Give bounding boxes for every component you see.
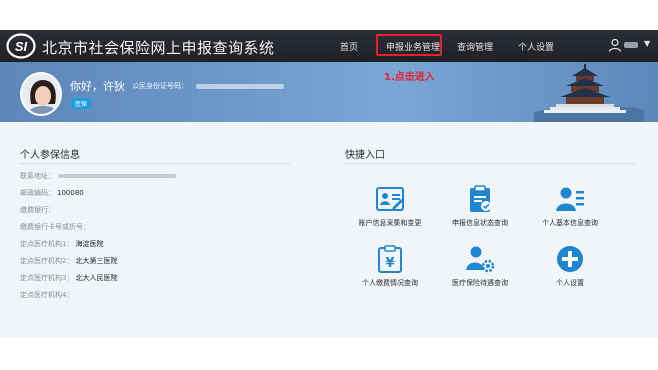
user-icon[interactable] <box>608 38 622 52</box>
account-card-icon <box>376 187 404 211</box>
info-value: 北大人民医院 <box>75 274 118 282</box>
insurance-badge: 医保 <box>71 98 92 109</box>
personal-info-divider <box>20 163 290 164</box>
quick-basic-info-query[interactable]: 个人基本信息查询 <box>520 184 620 228</box>
info-label: 缴费银行： <box>20 206 55 214</box>
click-hint-annotation: 1.点击进入 <box>384 72 435 83</box>
info-value: 北大第三医院 <box>75 257 118 265</box>
info-value: 100080 <box>57 189 84 197</box>
clipboard-check-icon <box>470 185 491 212</box>
quick-item-label: 申报信息状态查询 <box>452 219 508 227</box>
quick-account-info-change[interactable]: 账户信息采集和变更 <box>340 184 440 228</box>
quick-item-label: 个人设置 <box>556 279 584 287</box>
nav-personal-settings[interactable]: 个人设置 <box>518 40 554 53</box>
info-row-hospital-2: 定点医疗机构2： 北大第三医院 <box>20 256 117 266</box>
info-label: 邮政编码： <box>20 189 55 197</box>
info-row-hospital-3: 定点医疗机构3： 北大人民医院 <box>20 273 117 283</box>
quick-item-label: 个人缴费情况查询 <box>362 279 418 287</box>
info-row-hospital-1: 定点医疗机构1： 海淀医院 <box>20 239 103 249</box>
id-number-label: 公民身份证号码： <box>132 82 188 90</box>
info-label: 定点医疗机构3： <box>20 274 74 282</box>
personal-info-title: 个人参保信息 <box>20 150 80 161</box>
logo-text: SI <box>15 39 28 54</box>
quick-entry-divider <box>345 163 635 164</box>
info-value: 海淀医院 <box>75 240 104 248</box>
person-gear-icon <box>466 246 495 273</box>
info-row-hospital-4: 定点医疗机构4： <box>20 290 73 300</box>
quick-declaration-status[interactable]: 申报信息状态查询 <box>430 184 530 228</box>
info-row-bank: 缴费银行： <box>20 205 55 215</box>
quick-medical-benefit-query[interactable]: 医疗保险待遇查询 <box>430 244 530 288</box>
info-label: 联系地址： <box>20 172 55 180</box>
id-number-redacted <box>196 84 284 89</box>
quick-item-label: 个人基本信息查询 <box>542 219 598 227</box>
app-title: 北京市社会保险网上申报查询系统 <box>42 39 275 57</box>
quick-item-label: 账户信息采集和变更 <box>358 219 422 227</box>
quick-entry-title: 快捷入口 <box>345 150 385 161</box>
info-row-bank-card: 缴费银行卡号或折号： <box>20 222 90 232</box>
info-label: 定点医疗机构1： <box>20 240 74 248</box>
social-insurance-logo-icon: SI <box>6 33 36 59</box>
top-navigation-bar: SI 北京市社会保险网上申报查询系统 首页 申报业务管理 查询管理 个人设置 ▼ <box>0 30 658 62</box>
info-row-postcode: 邮政编码： 100080 <box>20 188 84 198</box>
user-name-redacted[interactable] <box>624 42 638 48</box>
nav-highlight-box <box>376 34 442 56</box>
info-row-address: 联系地址： <box>20 171 176 181</box>
temple-of-heaven-icon <box>534 64 644 122</box>
redacted-value <box>58 174 176 178</box>
nav-home[interactable]: 首页 <box>340 40 358 53</box>
greeting-text: 你好，许狄 <box>70 80 125 93</box>
plus-circle-icon <box>557 246 583 272</box>
quick-personal-settings[interactable]: 个人设置 <box>520 244 620 288</box>
info-label: 缴费银行卡号或折号： <box>20 223 90 231</box>
chevron-down-icon[interactable]: ▼ <box>644 39 650 48</box>
payment-clipboard-icon: ¥ <box>378 245 402 273</box>
nav-query-management[interactable]: 查询管理 <box>457 40 493 53</box>
svg-text:¥: ¥ <box>385 256 394 271</box>
info-label: 定点医疗机构2： <box>20 257 74 265</box>
main-content: 个人参保信息 联系地址： 邮政编码： 100080 缴费银行： 缴费银行卡号或折号… <box>0 122 658 338</box>
info-label: 定点医疗机构4： <box>20 291 74 299</box>
quick-item-label: 医疗保险待遇查询 <box>452 279 508 287</box>
avatar <box>20 72 62 116</box>
quick-payment-query[interactable]: ¥ 个人缴费情况查询 <box>340 244 440 288</box>
user-banner: 你好，许狄 公民身份证号码： 医保 1.点击进入 <box>0 62 658 122</box>
person-list-icon <box>556 187 584 211</box>
